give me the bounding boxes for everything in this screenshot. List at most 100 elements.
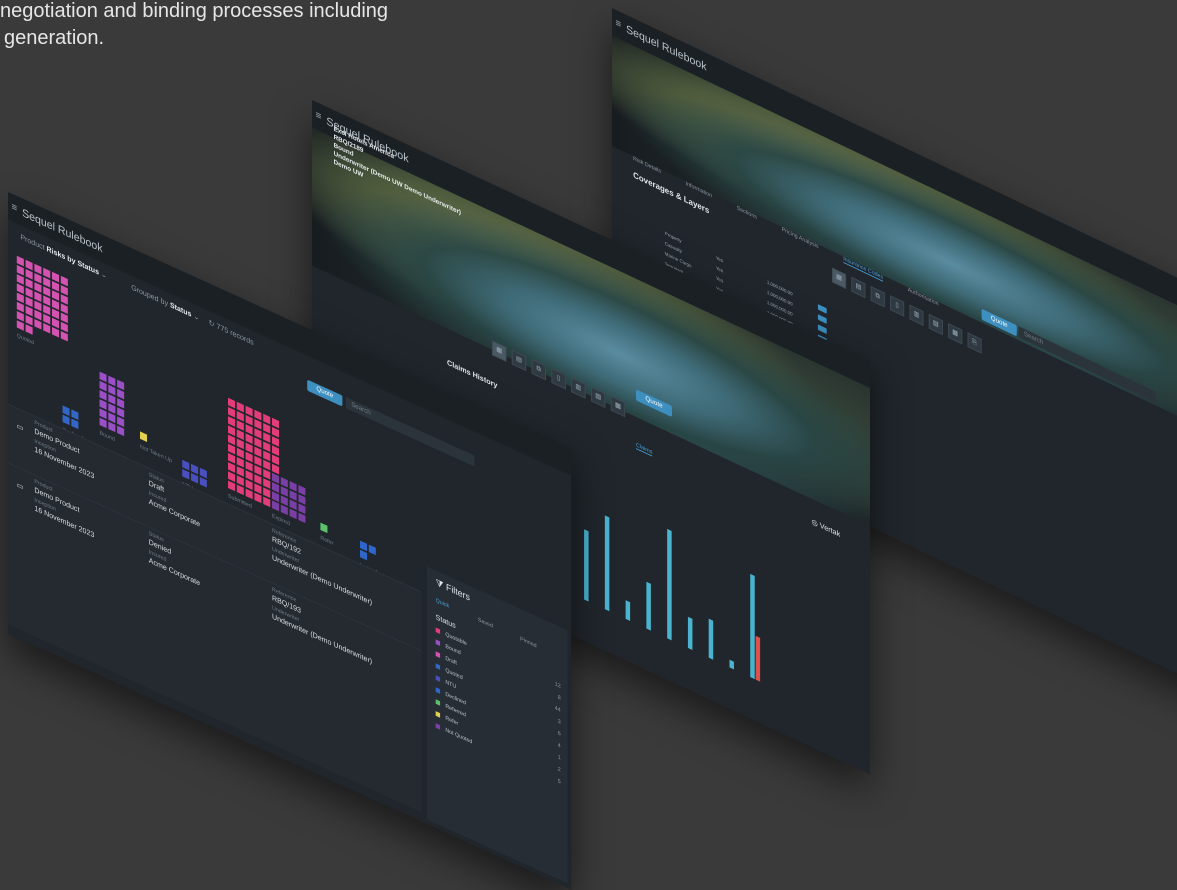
chart-bar (755, 635, 761, 682)
heat-cell[interactable] (199, 477, 207, 488)
filter-item-count: 3 (557, 718, 561, 726)
field-value: Acme Corporate (148, 555, 201, 588)
heat-cell[interactable] (62, 414, 70, 426)
chart-bar (625, 600, 631, 622)
status-swatch (435, 687, 441, 694)
chevron-down-icon: ⌄ (100, 269, 107, 281)
heat-group-label: Quoted (16, 333, 35, 347)
status-swatch (435, 627, 441, 635)
chart-bar (584, 529, 589, 602)
heat-cell[interactable] (272, 500, 280, 512)
filter-tab-2[interactable]: Pinned (520, 636, 536, 649)
heat-cell[interactable] (34, 319, 42, 330)
doc-icon[interactable]: ▯ (890, 295, 905, 317)
menu-icon[interactable]: ≡ (12, 201, 18, 215)
menu-icon[interactable]: ≡ (316, 109, 322, 123)
briefcase-icon: ▭ (16, 480, 24, 492)
heat-group-label: Bound (99, 430, 115, 443)
heat-cell[interactable] (52, 327, 60, 338)
filter-item-count: 2 (557, 766, 561, 774)
heat-cell[interactable] (289, 508, 297, 520)
chart-bar (708, 618, 714, 660)
filter-item-label: Refer (445, 715, 459, 728)
filter-item-label: Not Quoted (445, 727, 473, 746)
chart-bar (646, 581, 651, 631)
status-swatch (435, 711, 441, 718)
refresh-icon[interactable]: ↻ (209, 318, 215, 329)
grid-icon[interactable]: ▦ (832, 267, 847, 289)
heat-cell[interactable] (368, 544, 376, 556)
field-value: 16 November 2023 (34, 503, 95, 540)
filter-item-count: 4 (557, 742, 561, 750)
filter-section-title: Status (435, 612, 456, 631)
filter-item-count: 1 (557, 754, 561, 762)
heat-cell[interactable] (360, 549, 368, 561)
brand-logo: ◎ Vertak (811, 517, 841, 539)
filter-item-count: 5 (557, 778, 561, 786)
section-title: Claims History (447, 358, 498, 390)
chart-bar (604, 515, 610, 612)
heat-cell[interactable] (236, 484, 244, 496)
heat-cell[interactable] (245, 488, 253, 500)
heat-group-label: Refer (320, 535, 334, 547)
status-swatch (435, 699, 441, 706)
filter-item-label: Bound (445, 643, 461, 657)
heat-cell[interactable] (298, 512, 306, 524)
chart-icon[interactable]: ▧ (928, 313, 943, 336)
brand-name: Vertak (819, 520, 841, 539)
box-icon[interactable]: ▩ (948, 323, 963, 345)
heat-group[interactable] (99, 371, 125, 437)
heat-cell[interactable] (191, 473, 199, 484)
group-value: Status (169, 300, 192, 319)
table-icon[interactable]: ▥ (909, 304, 924, 326)
screens-stage: ≡ Sequel Rulebook ▪▪▪▪▪▪▪▪▪▪▪▪▪▪▪▪▪▪▪ Qu… (0, 0, 1177, 890)
filter-tab-0[interactable]: Quick (436, 598, 450, 610)
heat-cell[interactable] (254, 492, 262, 504)
heat-cell[interactable] (182, 469, 190, 480)
copy-icon[interactable]: ⧉ (870, 286, 885, 308)
heat-cell[interactable] (16, 320, 24, 331)
heat-group[interactable] (320, 522, 328, 534)
heat-cell[interactable] (117, 425, 125, 437)
heat-group-label: Not Taken Up (140, 444, 172, 465)
chart-bar (667, 528, 672, 641)
chart-bar (729, 659, 734, 670)
menu-icon[interactable]: ≡ (616, 17, 622, 31)
filter-item-count: 6 (557, 730, 561, 738)
heat-cell[interactable] (320, 522, 328, 534)
heat-cell[interactable] (140, 431, 148, 442)
filter-item-count: 12 (554, 681, 561, 690)
heat-cell[interactable] (71, 418, 79, 430)
status-swatch (435, 639, 441, 646)
field-value: Underwriter (Demo Underwriter) (272, 611, 373, 666)
status-swatch (435, 675, 441, 682)
list-icon[interactable]: ▤ (851, 276, 866, 299)
heat-cell[interactable] (43, 323, 51, 334)
filter-item[interactable]: Not Quoted (435, 723, 473, 746)
filter-item-count: 44 (554, 705, 561, 714)
heat-group[interactable] (360, 540, 376, 565)
heat-cell[interactable] (108, 421, 116, 433)
tab-claims[interactable]: Claims (636, 442, 653, 457)
filter-item-label: Draft (445, 655, 457, 667)
heat-group[interactable] (62, 405, 79, 430)
heat-cell[interactable] (99, 417, 107, 429)
app-title: Sequel Rulebook (22, 205, 103, 256)
heat-cell[interactable] (280, 504, 288, 516)
link-icon[interactable]: ⎘ (967, 332, 982, 354)
field-value: Acme Corporate (148, 497, 201, 529)
heat-group[interactable] (140, 431, 148, 442)
status-swatch (435, 663, 441, 670)
filter-item-count: 8 (557, 694, 561, 702)
toggle-switch[interactable] (817, 304, 827, 314)
filter-tab-1[interactable]: Saved (478, 617, 493, 629)
heat-cell[interactable] (263, 496, 271, 508)
chevron-down-icon: ⌄ (193, 311, 200, 323)
heat-cell[interactable] (60, 331, 68, 342)
heat-cell[interactable] (25, 324, 33, 335)
heat-cell[interactable] (228, 480, 236, 492)
filter-item-label: NTU (445, 679, 457, 691)
chart-bar (687, 616, 693, 651)
status-swatch (435, 723, 441, 730)
chart-bar (750, 573, 755, 680)
